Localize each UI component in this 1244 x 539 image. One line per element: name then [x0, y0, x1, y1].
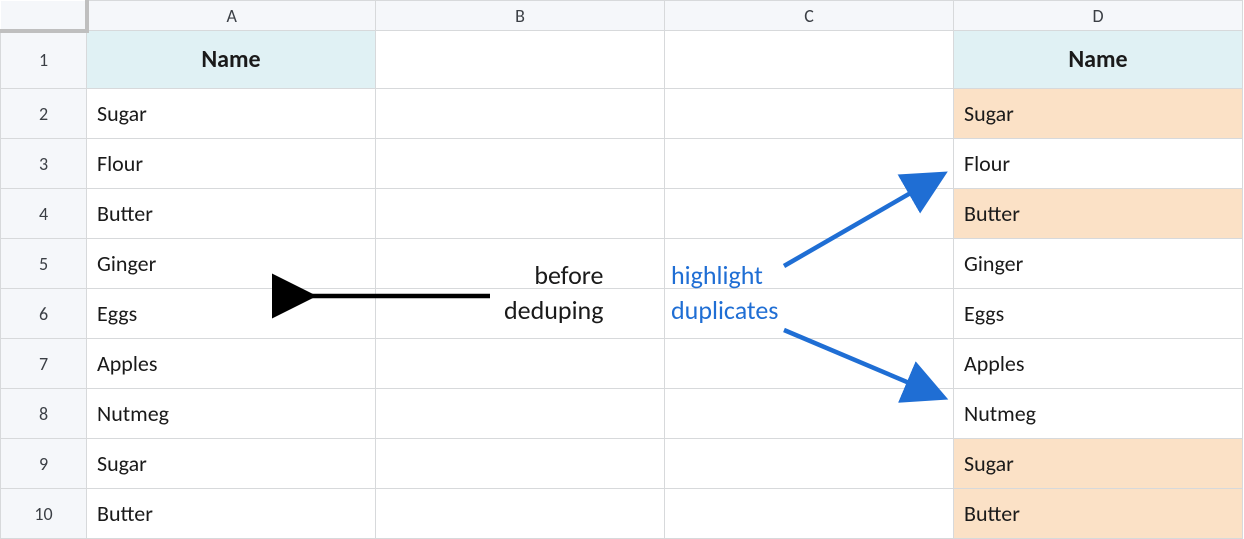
cell-A9[interactable]: Sugar [87, 439, 376, 489]
cell-B4[interactable] [376, 189, 665, 239]
cell-C5[interactable] [665, 239, 954, 289]
row-header-2[interactable]: 2 [1, 89, 87, 139]
cell-D2[interactable]: Sugar [954, 89, 1243, 139]
select-all-corner[interactable] [1, 1, 87, 31]
cell-A3[interactable]: Flour [87, 139, 376, 189]
cell-B6[interactable] [376, 289, 665, 339]
spreadsheet-grid: A B C D 1 Name Name 2 Sugar Sugar 3 Flou… [0, 0, 1243, 539]
cell-B3[interactable] [376, 139, 665, 189]
cell-A4[interactable]: Butter [87, 189, 376, 239]
cell-B7[interactable] [376, 339, 665, 389]
cell-B5[interactable] [376, 239, 665, 289]
row-header-9[interactable]: 9 [1, 439, 87, 489]
cell-C4[interactable] [665, 189, 954, 239]
cell-C6[interactable] [665, 289, 954, 339]
row-header-5[interactable]: 5 [1, 239, 87, 289]
row-header-3[interactable]: 3 [1, 139, 87, 189]
column-header-B[interactable]: B [376, 1, 665, 31]
cell-D1[interactable]: Name [954, 31, 1243, 89]
cell-C10[interactable] [665, 489, 954, 539]
cell-A5[interactable]: Ginger [87, 239, 376, 289]
row-header-4[interactable]: 4 [1, 189, 87, 239]
row-header-6[interactable]: 6 [1, 289, 87, 339]
cell-B1[interactable] [376, 31, 665, 89]
cell-D3[interactable]: Flour [954, 139, 1243, 189]
cell-C3[interactable] [665, 139, 954, 189]
cell-D6[interactable]: Eggs [954, 289, 1243, 339]
cell-C7[interactable] [665, 339, 954, 389]
cell-A1[interactable]: Name [87, 31, 376, 89]
cell-A8[interactable]: Nutmeg [87, 389, 376, 439]
row-header-7[interactable]: 7 [1, 339, 87, 389]
cell-D4[interactable]: Butter [954, 189, 1243, 239]
cell-C1[interactable] [665, 31, 954, 89]
cell-A2[interactable]: Sugar [87, 89, 376, 139]
cell-D8[interactable]: Nutmeg [954, 389, 1243, 439]
cell-D9[interactable]: Sugar [954, 439, 1243, 489]
cell-C2[interactable] [665, 89, 954, 139]
cell-B10[interactable] [376, 489, 665, 539]
cell-D7[interactable]: Apples [954, 339, 1243, 389]
cell-C9[interactable] [665, 439, 954, 489]
cell-B2[interactable] [376, 89, 665, 139]
cell-D10[interactable]: Butter [954, 489, 1243, 539]
column-header-C[interactable]: C [665, 1, 954, 31]
cell-A6[interactable]: Eggs [87, 289, 376, 339]
row-header-10[interactable]: 10 [1, 489, 87, 539]
row-header-8[interactable]: 8 [1, 389, 87, 439]
cell-A10[interactable]: Butter [87, 489, 376, 539]
cell-B8[interactable] [376, 389, 665, 439]
column-header-D[interactable]: D [954, 1, 1243, 31]
cell-C8[interactable] [665, 389, 954, 439]
cell-B9[interactable] [376, 439, 665, 489]
cell-D5[interactable]: Ginger [954, 239, 1243, 289]
cell-A7[interactable]: Apples [87, 339, 376, 389]
row-header-1[interactable]: 1 [1, 31, 87, 89]
column-header-A[interactable]: A [87, 1, 376, 31]
